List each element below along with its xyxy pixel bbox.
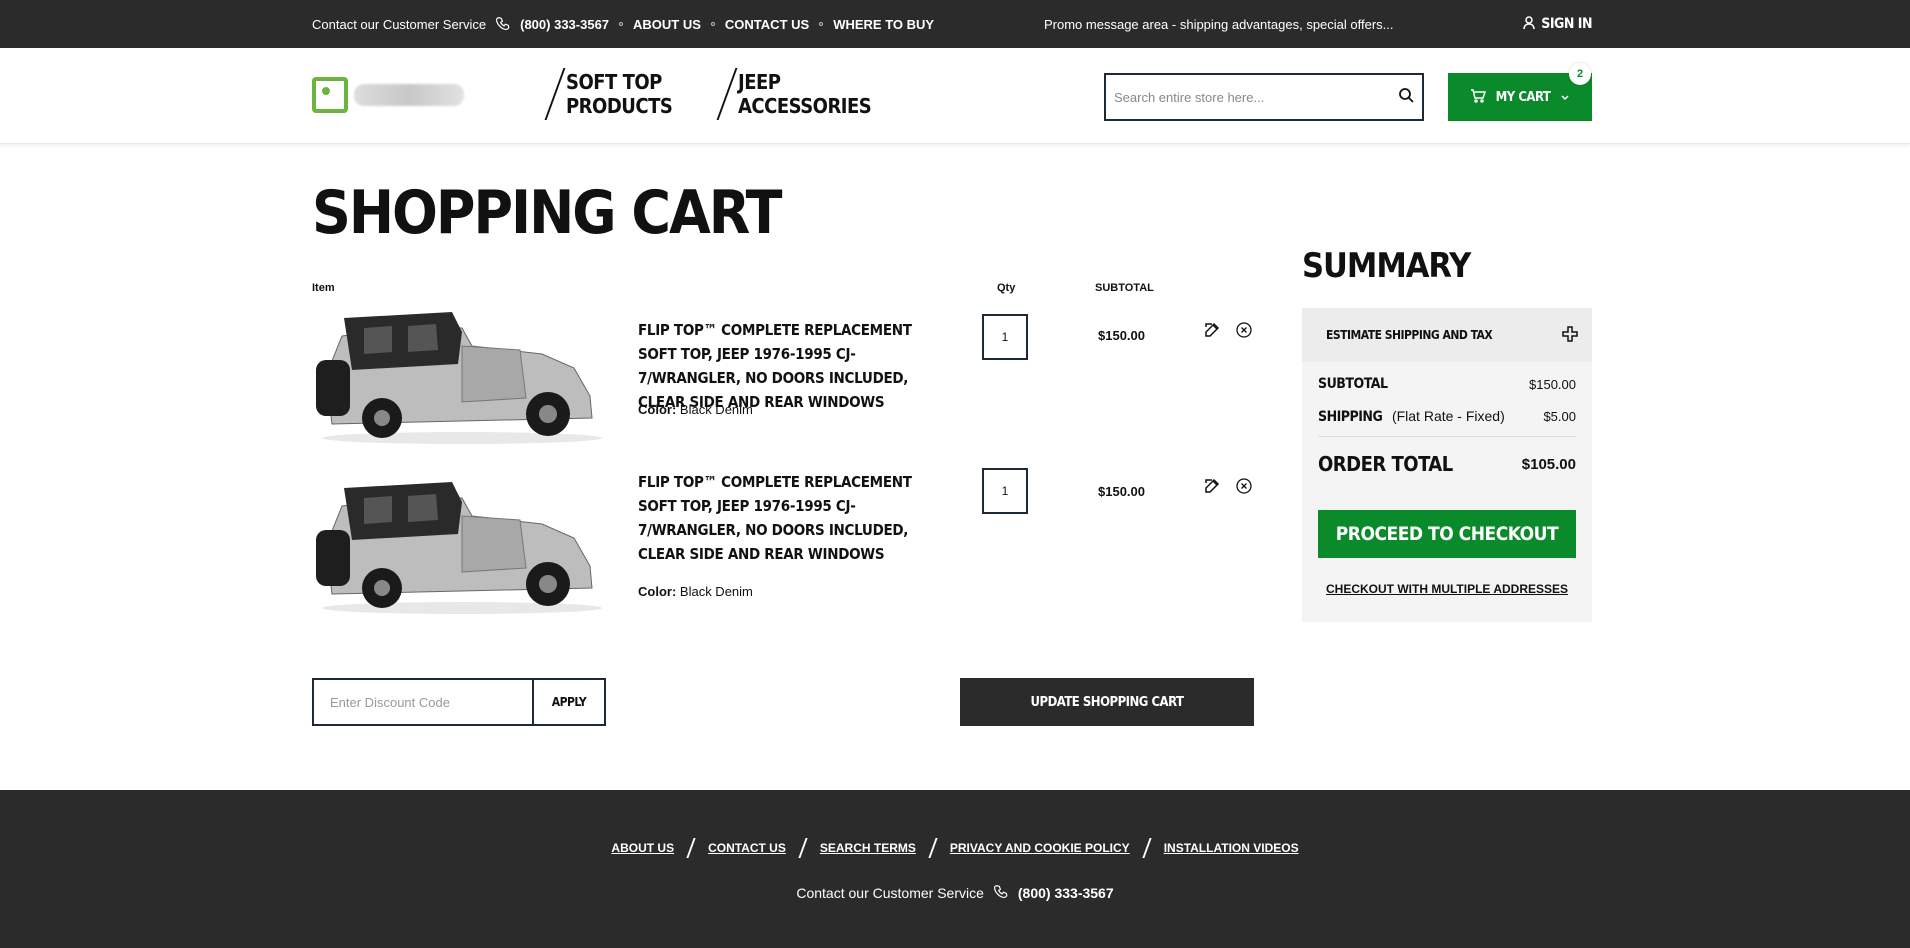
- quantity-input[interactable]: 1: [982, 468, 1028, 514]
- top-link-where-to-buy[interactable]: WHERE TO BUY: [833, 17, 934, 32]
- subtotal-line: SUBTOTAL $150.00: [1318, 376, 1576, 392]
- footer-link-about-us[interactable]: ABOUT US: [611, 841, 674, 855]
- user-icon: [1523, 15, 1535, 33]
- nav-slash: [544, 68, 566, 120]
- cart-label: MY CART: [1495, 89, 1551, 105]
- phone-icon: [496, 16, 510, 33]
- top-link-contact-us[interactable]: CONTACT US: [725, 17, 809, 32]
- top-bar: Contact our Customer Service (800) 333-3…: [0, 0, 1910, 48]
- footer-phone-link[interactable]: (800) 333-3567: [1018, 885, 1114, 901]
- summary-panel: ESTIMATE SHIPPING AND TAX SUBTOTAL $150.…: [1302, 308, 1592, 622]
- item-subtotal: $150.00: [1098, 484, 1145, 499]
- shipping-value: $5.00: [1543, 409, 1576, 424]
- summary-divider: [1318, 436, 1576, 437]
- nav-label: JEEP ACCESSORIES: [738, 70, 872, 118]
- product-image[interactable]: [312, 476, 602, 616]
- site-footer: ABOUT US CONTACT US SEARCH TERMS PRIVACY…: [0, 790, 1910, 948]
- update-cart-button[interactable]: UPDATE SHOPPING CART: [960, 678, 1254, 726]
- chevron-down-icon: [1560, 90, 1570, 105]
- search-box: [1104, 73, 1424, 121]
- cart-item-row: FLIP TOP™ COMPLETE REPLACEMENT SOFT TOP,…: [312, 456, 1252, 616]
- summary-title: SUMMARY: [1302, 246, 1471, 286]
- main-nav: SOFT TOP PRODUCTS JEEP ACCESSORIES: [544, 68, 872, 120]
- logo-wordmark-blurred: [354, 84, 464, 106]
- estimate-shipping-label: ESTIMATE SHIPPING AND TAX: [1326, 328, 1493, 342]
- footer-contact: Contact our Customer Service (800) 333-3…: [0, 884, 1910, 901]
- separator-dot: [819, 22, 824, 26]
- footer-slash: [686, 838, 696, 858]
- option-value: Black Denim: [679, 584, 753, 599]
- promo-message: Promo message area - shipping advantages…: [1044, 16, 1394, 32]
- separator-dot: [619, 22, 624, 26]
- nav-label: SOFT TOP PRODUCTS: [566, 70, 673, 118]
- footer-slash: [798, 838, 808, 858]
- plus-icon: [1562, 325, 1578, 345]
- subtotal-label: SUBTOTAL: [1318, 376, 1388, 392]
- my-cart-button[interactable]: MY CART 2: [1448, 63, 1592, 121]
- footer-link-search-terms[interactable]: SEARCH TERMS: [820, 841, 916, 855]
- phone-icon: [993, 884, 1008, 901]
- product-name[interactable]: FLIP TOP™ COMPLETE REPLACEMENT SOFT TOP,…: [638, 470, 928, 566]
- estimate-shipping-toggle[interactable]: ESTIMATE SHIPPING AND TAX: [1302, 308, 1592, 362]
- order-total-value: $105.00: [1521, 455, 1576, 473]
- discount-form: Enter Discount Code APPLY: [312, 678, 606, 726]
- cart-item-row: FLIP TOP™ COMPLETE REPLACEMENT SOFT TOP,…: [312, 286, 1252, 446]
- remove-icon[interactable]: [1236, 322, 1252, 343]
- proceed-to-checkout-button[interactable]: PROCEED TO CHECKOUT: [1318, 510, 1576, 558]
- footer-slash: [1142, 838, 1152, 858]
- footer-slash: [928, 838, 938, 858]
- edit-icon[interactable]: [1204, 478, 1220, 499]
- sign-in-link[interactable]: SIGN IN: [1523, 0, 1592, 48]
- search-icon[interactable]: [1398, 87, 1414, 108]
- order-total-label: ORDER TOTAL: [1318, 452, 1453, 476]
- nav-jeep-accessories[interactable]: JEEP ACCESSORIES: [716, 68, 872, 120]
- subtotal-value: $150.00: [1529, 376, 1576, 392]
- option-label: Color:: [638, 402, 677, 417]
- cart-count-badge: 2: [1569, 63, 1591, 85]
- product-option: Color: Black Denim: [638, 402, 753, 417]
- shipping-line: SHIPPING (Flat Rate - Fixed) $5.00: [1318, 408, 1576, 425]
- top-link-about-us[interactable]: ABOUT US: [633, 17, 701, 32]
- option-value: Black Denim: [679, 402, 753, 417]
- footer-link-installation-videos[interactable]: INSTALLATION VIDEOS: [1164, 841, 1299, 855]
- product-image[interactable]: [312, 306, 602, 446]
- option-label: Color:: [638, 584, 677, 599]
- apply-discount-button[interactable]: APPLY: [534, 680, 604, 724]
- footer-links: ABOUT US CONTACT US SEARCH TERMS PRIVACY…: [0, 838, 1910, 858]
- quantity-input[interactable]: 1: [982, 314, 1028, 360]
- edit-icon[interactable]: [1204, 322, 1220, 343]
- nav-slash: [716, 68, 738, 120]
- shipping-method: (Flat Rate - Fixed): [1391, 408, 1505, 424]
- shipping-label: SHIPPING: [1318, 409, 1383, 425]
- contact-text: Contact our Customer Service: [312, 16, 487, 32]
- order-total-line: ORDER TOTAL $105.00: [1318, 452, 1576, 476]
- sign-in-label: SIGN IN: [1541, 16, 1592, 32]
- item-subtotal: $150.00: [1098, 328, 1145, 343]
- site-header: SOFT TOP PRODUCTS JEEP ACCESSORIES: [0, 48, 1910, 144]
- footer-contact-text: Contact our Customer Service: [796, 884, 984, 901]
- site-logo[interactable]: [312, 76, 472, 114]
- discount-code-input[interactable]: Enter Discount Code: [314, 680, 534, 724]
- separator-dot: [710, 22, 715, 26]
- logo-icon: [312, 77, 348, 113]
- product-option: Color: Black Denim: [638, 584, 753, 599]
- cart-icon: [1470, 88, 1486, 106]
- phone-link[interactable]: (800) 333-3567: [520, 17, 609, 32]
- search-input[interactable]: [1114, 89, 1398, 105]
- top-bar-contact: Contact our Customer Service (800) 333-3…: [312, 0, 934, 48]
- remove-icon[interactable]: [1236, 478, 1252, 499]
- footer-link-contact-us[interactable]: CONTACT US: [708, 841, 786, 855]
- product-name[interactable]: FLIP TOP™ COMPLETE REPLACEMENT SOFT TOP,…: [638, 318, 928, 414]
- footer-link-privacy[interactable]: PRIVACY AND COOKIE POLICY: [950, 841, 1130, 855]
- page-title: SHOPPING CART: [312, 178, 782, 248]
- checkout-multiple-addresses-link[interactable]: CHECKOUT WITH MULTIPLE ADDRESSES: [1302, 582, 1592, 596]
- nav-soft-top-products[interactable]: SOFT TOP PRODUCTS: [544, 68, 686, 120]
